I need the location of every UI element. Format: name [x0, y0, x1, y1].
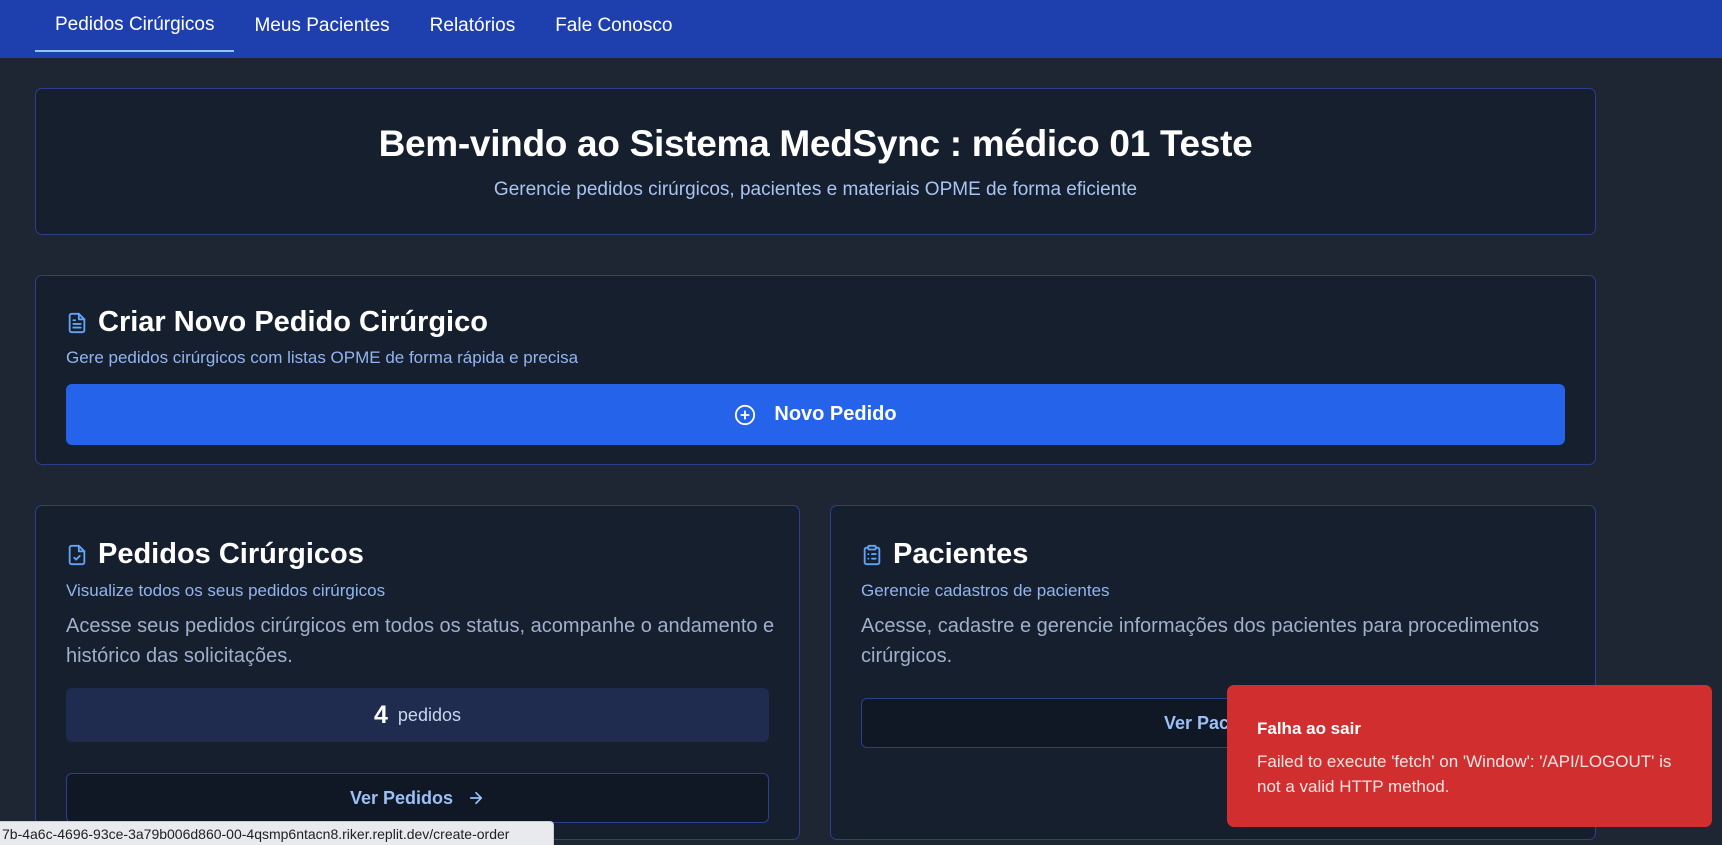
orders-card: Pedidos Cirúrgicos Visualize todos os se…	[35, 505, 800, 840]
arrow-right-icon	[469, 791, 483, 805]
orders-subtitle: Visualize todos os seus pedidos cirúrgic…	[66, 581, 386, 600]
top-nav: Pedidos Cirúrgicos Meus Pacientes Relató…	[0, 0, 1722, 58]
patients-heading: Pacientes	[861, 538, 1028, 571]
tab-meus-pacientes[interactable]: Meus Pacientes	[234, 0, 409, 52]
status-url: 7b-4a6c-4696-93ce-3a79b006d860-00-4qsmp6…	[2, 825, 510, 842]
plus-circle-icon	[735, 404, 756, 425]
new-order-button[interactable]: Novo Pedido	[66, 384, 1565, 445]
create-order-heading: Criar Novo Pedido Cirúrgico	[66, 306, 488, 339]
create-order-subtitle: Gere pedidos cirúrgicos com listas OPME …	[66, 348, 579, 367]
toast-title: Falha ao sair	[1257, 719, 1361, 738]
create-order-title: Criar Novo Pedido Cirúrgico	[98, 306, 488, 338]
clipboard-list-icon	[863, 544, 881, 565]
orders-description: Acesse seus pedidos cirúrgicos em todos …	[66, 615, 775, 667]
patients-subtitle: Gerencie cadastros de pacientes	[861, 581, 1110, 600]
patients-title: Pacientes	[893, 538, 1029, 570]
welcome-card: Bem-vindo ao Sistema MedSync : médico 01…	[35, 88, 1596, 235]
browser-status-bar: 7b-4a6c-4696-93ce-3a79b006d860-00-4qsmp6…	[0, 821, 554, 845]
welcome-subtitle: Gerencie pedidos cirúrgicos, pacientes e…	[493, 179, 1138, 200]
new-order-button-label: Novo Pedido	[774, 403, 897, 425]
view-orders-button-label: Ver Pedidos	[349, 787, 454, 808]
orders-title: Pedidos Cirúrgicos	[98, 538, 364, 570]
file-text-icon	[68, 312, 86, 333]
toast-message: Failed to execute 'fetch' on 'Window': '…	[1257, 752, 1672, 796]
tab-relatorios[interactable]: Relatórios	[410, 0, 536, 52]
file-check-icon	[68, 544, 86, 565]
orders-count: 4	[374, 700, 388, 729]
orders-heading: Pedidos Cirúrgicos	[66, 538, 364, 571]
patients-description: Acesse, cadastre e gerencie informações …	[861, 615, 1540, 667]
orders-count-box: 4 pedidos	[66, 688, 769, 742]
view-orders-button[interactable]: Ver Pedidos	[66, 773, 769, 823]
welcome-title: Bem-vindo ao Sistema MedSync : médico 01…	[378, 123, 1253, 164]
error-toast[interactable]: Falha ao sair Failed to execute 'fetch' …	[1227, 685, 1712, 827]
tab-fale-conosco[interactable]: Fale Conosco	[535, 0, 692, 52]
tab-pedidos-cirurgicos[interactable]: Pedidos Cirúrgicos	[35, 0, 235, 52]
create-order-card: Criar Novo Pedido Cirúrgico Gere pedidos…	[35, 275, 1596, 465]
orders-count-unit: pedidos	[397, 704, 461, 725]
